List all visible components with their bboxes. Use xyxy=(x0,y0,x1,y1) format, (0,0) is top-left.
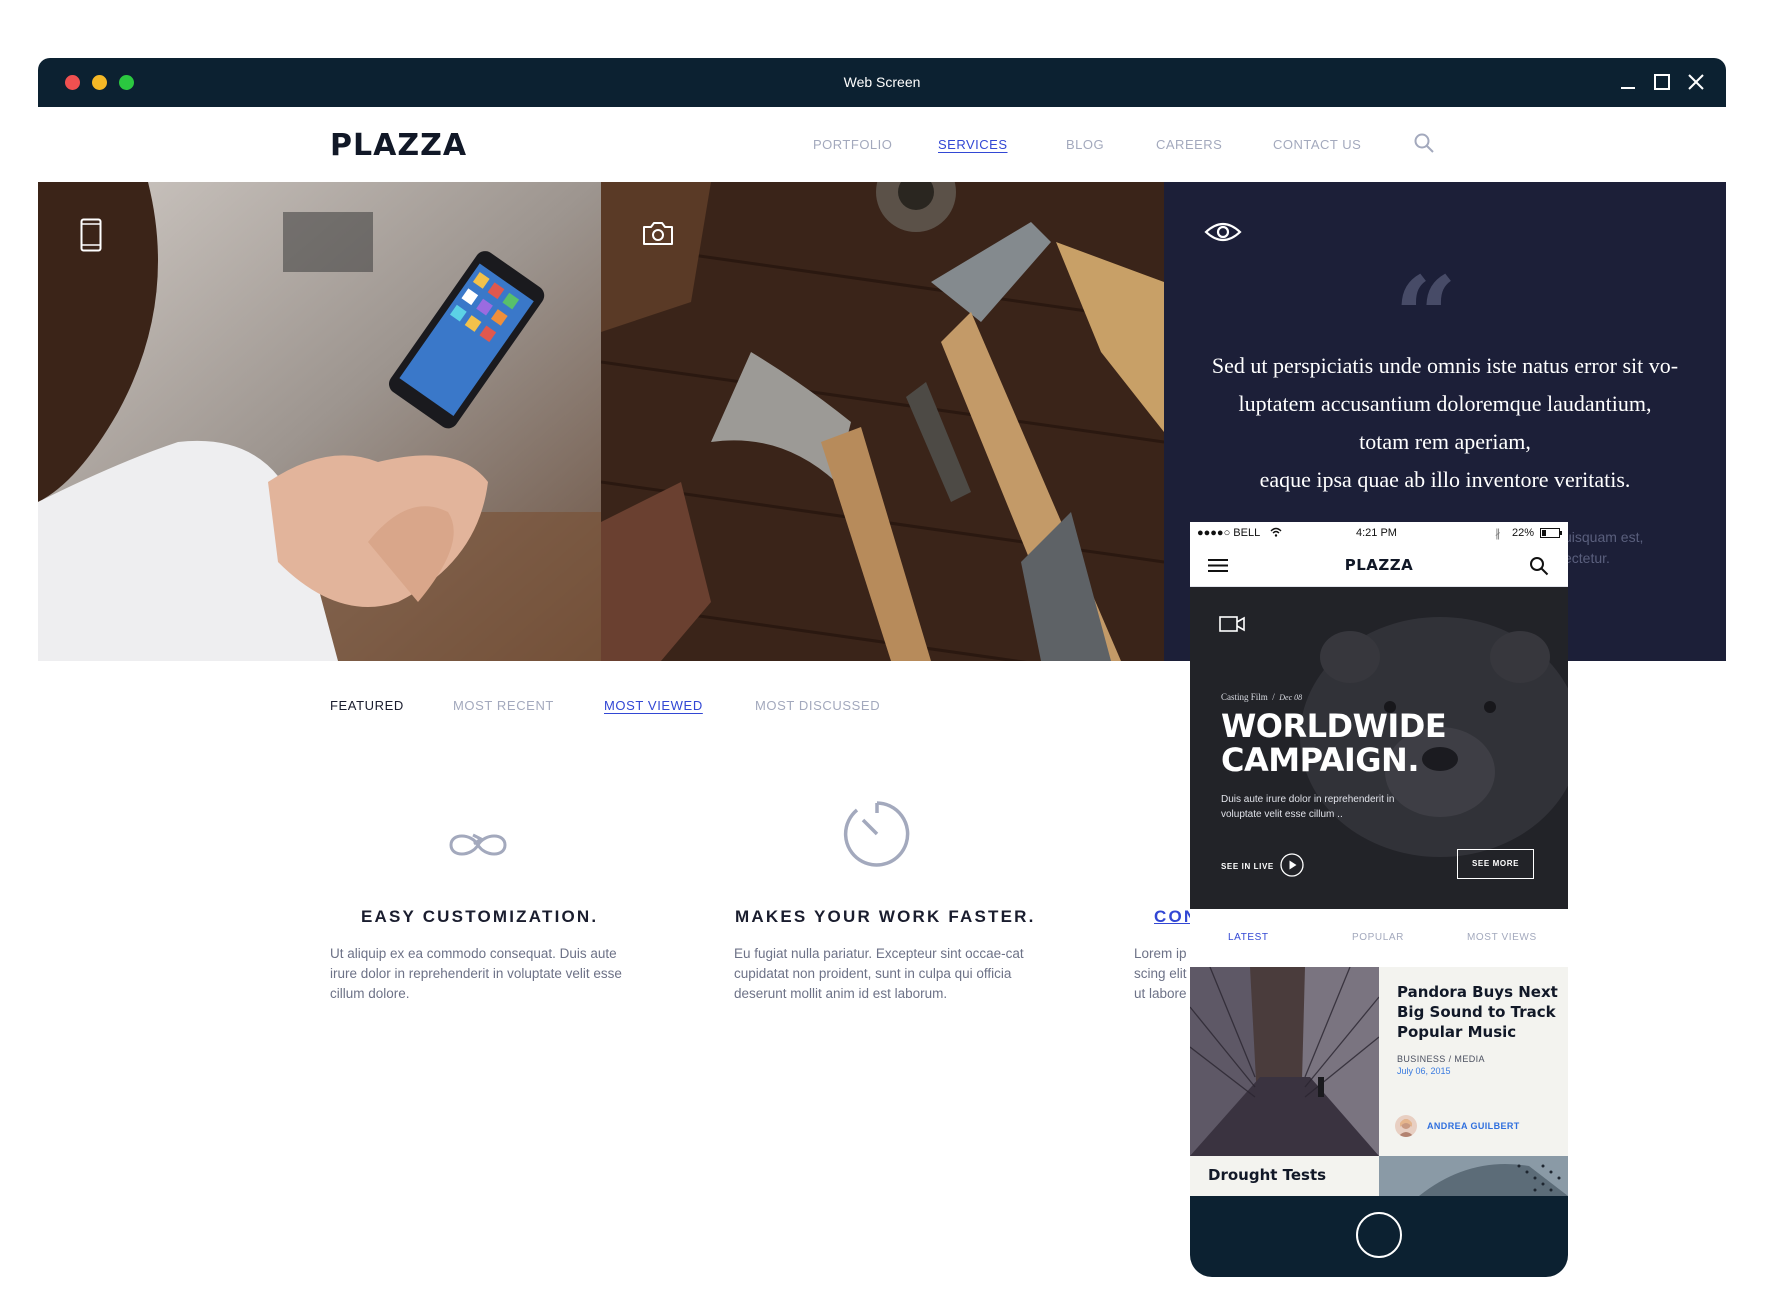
bridge-photo[interactable] xyxy=(1190,967,1379,1156)
nav-careers[interactable]: CAREERS xyxy=(1156,137,1222,152)
site-logo[interactable]: PLAZZA xyxy=(330,128,467,163)
phone-hero-title: WORLDWIDE CAMPAIGN. xyxy=(1221,707,1447,779)
camera-icon xyxy=(643,222,673,245)
feature-text-customization: Ut aliquip ex ea commodo consequat. Duis… xyxy=(330,946,622,1001)
play-icon[interactable] xyxy=(1280,853,1304,877)
title-bar: Web Screen xyxy=(38,58,1726,107)
nav-contact-us[interactable]: CONTACT US xyxy=(1273,137,1361,152)
hero-tile-photo[interactable] xyxy=(601,182,1164,661)
close-icon[interactable] xyxy=(1686,72,1706,92)
filter-most-recent[interactable]: MOST RECENT xyxy=(453,698,554,713)
feature-text-faster: Eu fugiat nulla pariatur. Excepteur sint… xyxy=(734,946,1024,1001)
phone-hero-desc: Duis aute irure dolor in reprehenderit i… xyxy=(1221,794,1395,820)
filter-featured[interactable]: FEATURED xyxy=(330,698,404,713)
eye-icon xyxy=(1204,222,1242,242)
battery-icon xyxy=(1540,528,1562,538)
hero-tile-mobile[interactable] xyxy=(38,182,601,661)
filter-most-viewed[interactable]: MOST VIEWED xyxy=(604,698,703,713)
filter-most-discussed[interactable]: MOST DISCUSSED xyxy=(755,698,880,713)
minimize-icon[interactable] xyxy=(1618,72,1638,92)
phone-tab-latest[interactable]: LATEST xyxy=(1228,932,1269,943)
search-icon[interactable] xyxy=(1413,132,1435,154)
nav-blog[interactable]: BLOG xyxy=(1066,137,1104,152)
feature-title-faster: MAKES YOUR WORK FASTER. xyxy=(735,907,1036,926)
bluetooth-icon: ∦ xyxy=(1495,528,1501,540)
carrier-text: ●●●●○ BELL xyxy=(1197,527,1261,539)
phone-hero[interactable]: Casting Film / Dec 08 WORLDWIDE CAMPAIGN… xyxy=(1190,587,1568,909)
window-title: Web Screen xyxy=(843,74,921,90)
news-card-2-title[interactable]: Drought Tests xyxy=(1208,1166,1326,1184)
timer-icon xyxy=(843,801,910,867)
bridge-image xyxy=(1190,967,1379,1156)
status-time: 4:21 PM xyxy=(1356,527,1397,539)
author-avatar[interactable] xyxy=(1395,1115,1417,1137)
phone-header: PLAZZA xyxy=(1190,545,1568,587)
phone-tab-popular[interactable]: POPULAR xyxy=(1352,932,1404,943)
nav-services[interactable]: SERVICES xyxy=(938,137,1008,152)
author-name[interactable]: ANDREA GUILBERT xyxy=(1427,1121,1520,1131)
abstract-photo xyxy=(1379,1156,1568,1196)
quote-subtext: uisquam est, ectetur. xyxy=(1564,529,1644,566)
phone-hero-breadcrumb: Casting Film / Dec 08 xyxy=(1221,692,1303,702)
mobile-preview: ●●●●○ BELL 4:21 PM ∦ 22% PLAZZA Casting … xyxy=(1190,522,1568,1277)
battery-text: 22% xyxy=(1512,527,1535,539)
feature-title-customization: EASY CUSTOMIZATION. xyxy=(361,907,599,926)
phone-search-icon[interactable] xyxy=(1529,556,1549,576)
wifi-icon xyxy=(1270,527,1282,537)
news-card-title[interactable]: Pandora Buys Next Big Sound to Track Pop… xyxy=(1397,982,1567,1042)
tools-photo xyxy=(601,182,1164,661)
phone-status-bar: ●●●●○ BELL 4:21 PM ∦ 22% xyxy=(1190,522,1568,545)
mobile-icon xyxy=(80,218,102,252)
phone-photo xyxy=(38,182,601,661)
phone-logo[interactable]: PLAZZA xyxy=(1190,556,1568,574)
nav-portfolio[interactable]: PORTFOLIO xyxy=(813,137,892,152)
news-card-2-image[interactable] xyxy=(1379,1156,1568,1196)
news-card[interactable]: Pandora Buys Next Big Sound to Track Pop… xyxy=(1379,967,1568,1156)
quote-text: Sed ut perspiciatis unde omnis iste natu… xyxy=(1211,353,1679,492)
news-card-date: July 06, 2015 xyxy=(1397,1066,1451,1076)
see-more-button[interactable]: SEE MORE xyxy=(1457,849,1534,879)
phone-tabs: LATEST POPULAR MOST VIEWS xyxy=(1190,909,1568,967)
infinity-icon xyxy=(449,833,507,856)
maximize-icon[interactable] xyxy=(1652,72,1672,92)
phone-tab-most-views[interactable]: MOST VIEWS xyxy=(1467,932,1537,943)
news-card-category: BUSINESS / MEDIA xyxy=(1397,1054,1485,1064)
news-card-2[interactable]: Drought Tests xyxy=(1190,1156,1379,1196)
video-camera-icon xyxy=(1219,616,1245,632)
see-in-live-label[interactable]: SEE IN LIVE xyxy=(1221,862,1274,871)
home-button[interactable] xyxy=(1356,1212,1402,1258)
